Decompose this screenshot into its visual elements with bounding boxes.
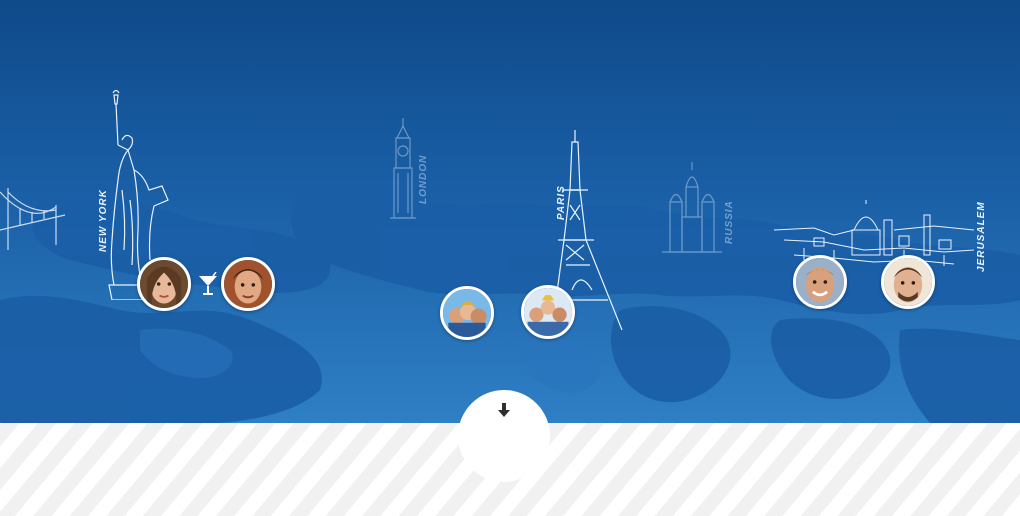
city-label-jerusalem: JERUSALEM [976, 201, 987, 272]
st-basils-cathedral-icon [662, 162, 722, 253]
cocktail-icon [199, 272, 217, 295]
city-label-russia: RUSSIA [724, 200, 735, 244]
group-photo-avatar[interactable] [521, 285, 575, 339]
user-avatar[interactable] [881, 255, 935, 309]
user-avatar[interactable] [137, 257, 191, 311]
big-ben-icon [390, 118, 416, 219]
arrow-down-icon [498, 403, 510, 417]
user-avatar[interactable] [221, 257, 275, 311]
user-avatar[interactable] [793, 255, 847, 309]
city-label-london: LONDON [418, 154, 429, 204]
group-photo-avatar[interactable] [440, 286, 494, 340]
scroll-down-button[interactable] [458, 390, 550, 482]
hero-map: NEW YORK LONDON PARIS RUSSIA JERUSALEM [0, 0, 1020, 423]
